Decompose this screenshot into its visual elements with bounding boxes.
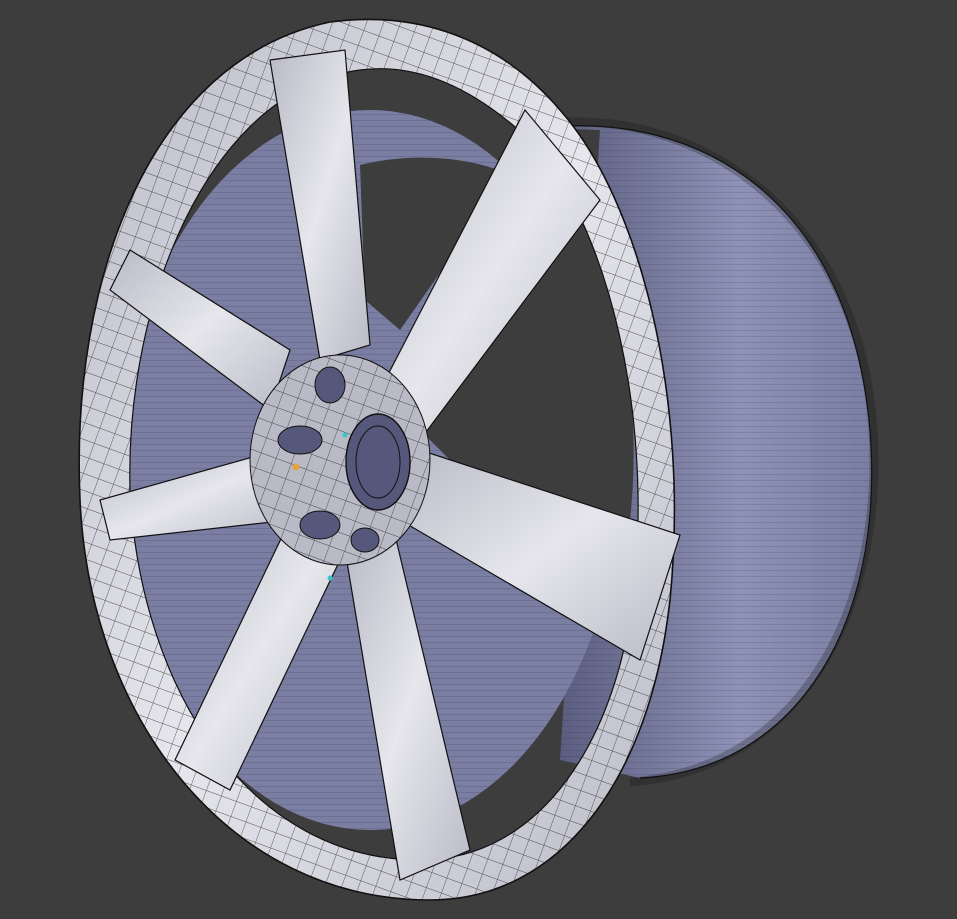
lug-hole: [277, 425, 323, 455]
cursor-point-marker: [327, 575, 333, 581]
lug-hole: [314, 366, 346, 404]
lug-hole: [350, 527, 380, 553]
wheel-mesh-scene[interactable]: [0, 0, 957, 919]
lug-hole: [299, 510, 341, 540]
3d-viewport[interactable]: [0, 0, 957, 919]
hub: [249, 354, 431, 566]
cursor-point-marker: [342, 432, 348, 438]
selected-vertex-marker[interactable]: [292, 463, 300, 471]
